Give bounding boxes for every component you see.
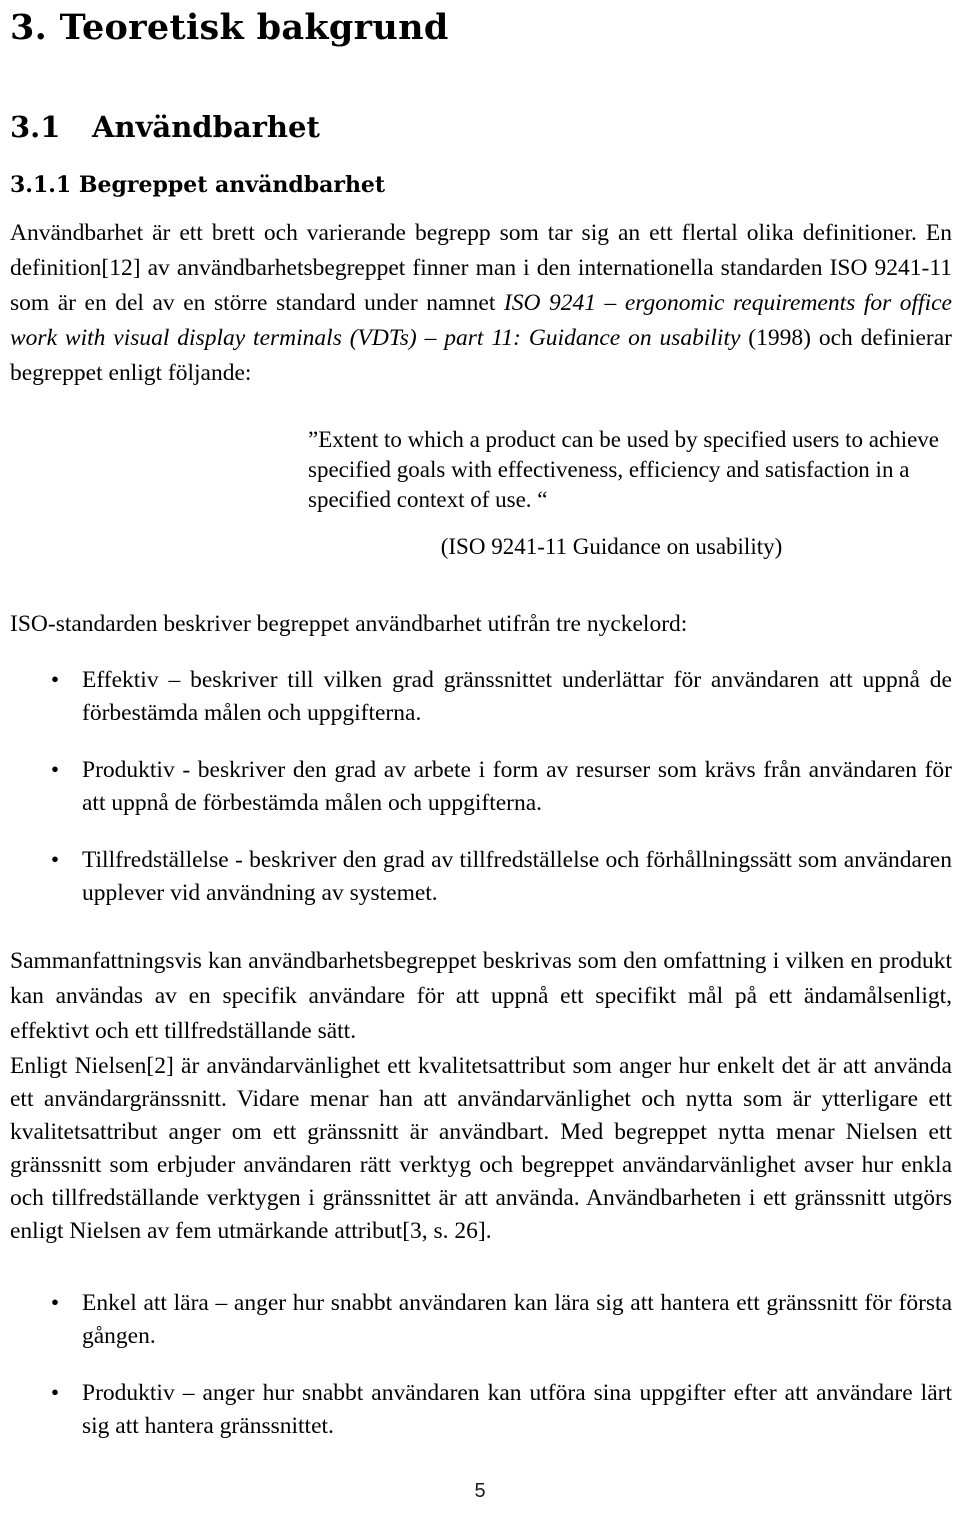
- list-item-text: Produktiv - beskriver den grad av arbete…: [82, 757, 952, 816]
- list-item: • Enkel att lära – anger hur snabbt anvä…: [10, 1287, 952, 1353]
- bullet-icon: •: [50, 757, 60, 783]
- intro-paragraph: Användbarhet är ett brett och varierande…: [10, 216, 952, 391]
- section-number: 3.1: [10, 110, 61, 144]
- keyword-bullet-list: • Effektiv – beskriver till vilken grad …: [10, 664, 952, 910]
- bullet-icon: •: [50, 1290, 60, 1316]
- quote-source: (ISO 9241-11 Guidance on usability): [440, 534, 783, 559]
- list-item-text: Effektiv – beskriver till vilken grad gr…: [82, 667, 952, 726]
- bullet-icon: •: [50, 1380, 60, 1406]
- subsection-heading: 3.1.1 Begreppet användbarhet: [10, 172, 386, 198]
- attribute-bullet-list: • Enkel att lära – anger hur snabbt anvä…: [10, 1287, 952, 1443]
- quote-text: ”Extent to which a product can be used b…: [308, 427, 939, 512]
- nielsen-paragraph: Enligt Nielsen[2] är användarvänlighet e…: [10, 1053, 952, 1244]
- list-item: • Effektiv – beskriver till vilken grad …: [10, 664, 952, 730]
- list-item: • Tillfredställelse - beskriver den grad…: [10, 844, 952, 910]
- list-item-text: Tillfredställelse - beskriver den grad a…: [82, 847, 952, 906]
- list-item-text: Produktiv – anger hur snabbt användaren …: [82, 1380, 952, 1439]
- list-item: • Produktiv – anger hur snabbt användare…: [10, 1377, 952, 1443]
- page-title: 3. Teoretisk bakgrund: [10, 7, 449, 48]
- document-page: 3. Teoretisk bakgrund 3.1 Användbarhet 3.…: [0, 4, 960, 1513]
- section-title: Användbarhet: [92, 110, 320, 144]
- bullet-icon: •: [50, 667, 60, 693]
- iso-definition-quote: ”Extent to which a product can be used b…: [308, 425, 960, 515]
- list-item-text: Enkel att lära – anger hur snabbt använd…: [82, 1290, 952, 1349]
- keywords-lead-in: ISO-standarden beskriver begreppet använ…: [10, 611, 688, 637]
- page-number: 5: [474, 1480, 486, 1502]
- summary-paragraph: Sammanfattningsvis kan användbarhetsbegr…: [10, 948, 952, 1044]
- bullet-icon: •: [50, 847, 60, 873]
- list-item: • Produktiv - beskriver den grad av arbe…: [10, 754, 952, 820]
- section-heading: 3.1 Användbarhet: [10, 110, 320, 144]
